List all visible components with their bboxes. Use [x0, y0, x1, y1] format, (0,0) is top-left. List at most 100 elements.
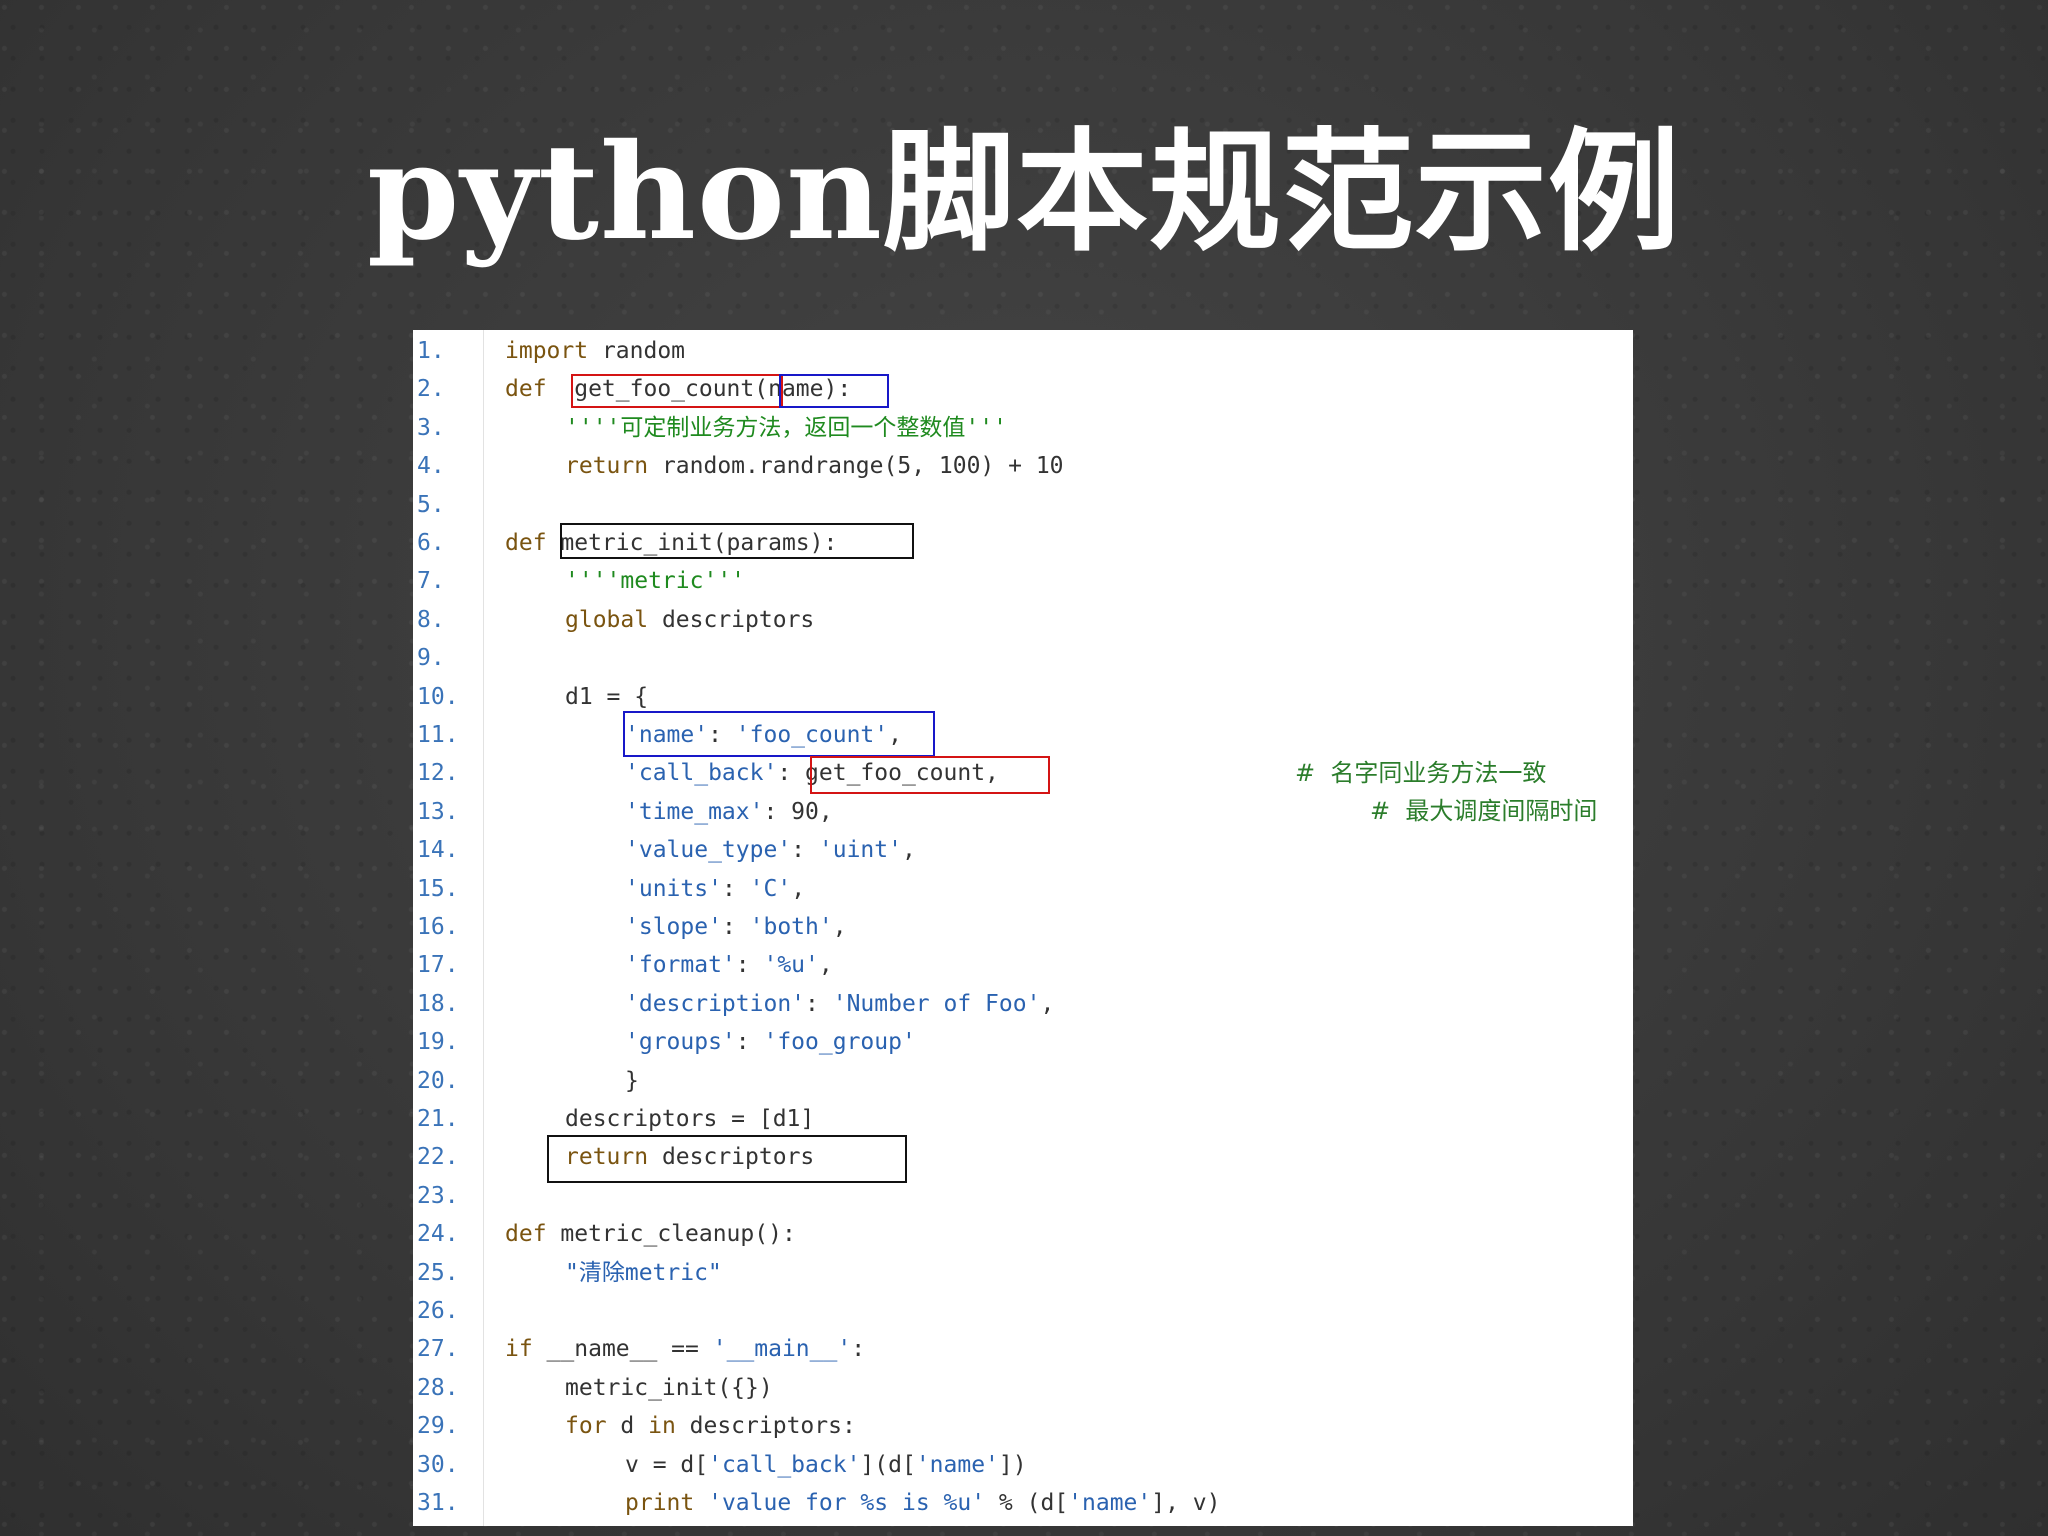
code-text: 'value_type': 'uint', — [625, 831, 916, 869]
code-line: 18. 'description': 'Number of Foo', — [413, 985, 1633, 1023]
code-token: print — [625, 1490, 695, 1516]
line-number: 21. — [417, 1106, 459, 1132]
code-text: for d in descriptors: — [565, 1407, 856, 1445]
code-token: , — [1040, 990, 1055, 1017]
line-number: 10. — [417, 683, 459, 710]
code-token: , — [818, 952, 833, 979]
line-number: 1. — [417, 338, 445, 364]
code-token: for — [565, 1413, 607, 1440]
code-line: 11.'name': 'foo_count', — [413, 716, 1633, 754]
code-token: d — [606, 1413, 649, 1440]
code-text: d1 = { — [565, 678, 648, 716]
line-number: 17. — [417, 952, 459, 979]
line-number: 3. — [417, 414, 445, 441]
code-line: 14. 'value_type': 'uint', — [413, 831, 1633, 869]
code-token: global — [565, 606, 649, 633]
code-token: 'name' — [915, 1451, 999, 1478]
line-number: 15. — [417, 875, 459, 902]
code-token: ''''可定制业务方法，返回一个整数值''' — [565, 414, 1007, 441]
code-token: 'units' — [625, 875, 722, 902]
code-text: v = d['call_back'](d['name']) — [625, 1446, 1027, 1484]
code-token: descriptors: — [675, 1413, 856, 1440]
highlight-box-return — [547, 1135, 907, 1183]
code-token: '__main__' — [712, 1336, 852, 1363]
code-line: 30. v = d['call_back'](d['name']) — [413, 1446, 1633, 1484]
code-token: random — [588, 338, 686, 364]
code-token: def — [505, 376, 547, 403]
code-token: __name__ == — [532, 1336, 713, 1363]
code-line: 15. 'units': 'C', — [413, 870, 1633, 908]
code-token: , — [832, 914, 847, 940]
code-token: , — [901, 837, 916, 864]
highlight-box-name-key — [623, 711, 935, 757]
code-token: d1 = { — [565, 683, 649, 710]
code-token: "清除metric" — [565, 1259, 722, 1286]
code-token: v = d[ — [625, 1451, 709, 1478]
code-text: "清除metric" — [565, 1254, 722, 1292]
code-text: } — [625, 1062, 639, 1100]
line-number: 24. — [417, 1221, 459, 1248]
line-number: 13. — [417, 798, 459, 825]
code-token: 'Number of Foo' — [832, 990, 1041, 1017]
code-token: : — [851, 1336, 866, 1363]
code-line: 17. 'format': '%u', — [413, 946, 1633, 984]
code-token: 'C' — [749, 875, 792, 902]
comment-line-12: # 名字同业务方法一致 — [1295, 759, 1547, 787]
code-line: 26. — [413, 1292, 1633, 1330]
code-token: '%u' — [763, 952, 819, 979]
code-token: : — [721, 914, 750, 940]
highlight-box-metric-init — [560, 523, 914, 559]
line-number: 23. — [417, 1182, 459, 1209]
code-token: 'description' — [625, 990, 806, 1017]
line-number: 29. — [417, 1413, 459, 1440]
code-token: def — [505, 1221, 547, 1248]
line-number: 19. — [417, 1029, 459, 1056]
code-line: 24. def metric_cleanup(): — [413, 1215, 1633, 1253]
code-line: 28. metric_init({}) — [413, 1369, 1633, 1407]
code-token: import — [505, 338, 589, 364]
code-token: 'uint' — [818, 837, 902, 864]
code-line: 21. descriptors = [d1] — [413, 1100, 1633, 1138]
code-line: 25. "清除metric" — [413, 1254, 1633, 1292]
code-token: 'slope' — [625, 914, 722, 940]
code-token: in — [648, 1413, 676, 1440]
code-text: 'description': 'Number of Foo', — [625, 985, 1054, 1023]
highlight-box-call-back — [810, 756, 1050, 794]
code-token: return — [565, 453, 649, 480]
code-text: return random.randrange(5, 100) + 10 — [565, 447, 1064, 485]
code-token: 'call_back' — [625, 760, 778, 787]
line-number: 30. — [417, 1451, 459, 1478]
code-line: 8. global descriptors — [413, 601, 1633, 639]
line-number: 8. — [417, 606, 445, 633]
code-token: metric_init({}) — [565, 1374, 773, 1401]
line-number: 25. — [417, 1259, 459, 1286]
line-number: 11. — [417, 722, 459, 748]
code-token: if — [505, 1336, 533, 1363]
code-line: 9. — [413, 639, 1633, 677]
line-number: 5. — [417, 491, 445, 518]
highlight-box-func-param — [779, 374, 889, 408]
code-text: 'units': 'C', — [625, 870, 805, 908]
code-text: def metric_cleanup(): — [505, 1215, 796, 1253]
line-number: 14. — [417, 837, 459, 864]
code-text: metric_init({}) — [565, 1369, 773, 1407]
code-panel: 1. import random 2. def get_foo_count(name)… — [413, 330, 1633, 1526]
code-text: ''''可定制业务方法，返回一个整数值''' — [565, 409, 1007, 447]
line-number: 4. — [417, 453, 445, 480]
code-token: } — [625, 1067, 639, 1094]
code-text: 'slope': 'both', — [625, 908, 847, 946]
code-line: 7. ''''metric''' — [413, 562, 1633, 600]
code-text: 'format': '%u', — [625, 946, 833, 984]
code-token: 'name' — [1068, 1490, 1152, 1516]
code-line: 5. — [413, 486, 1633, 524]
code-token: 'value_type' — [625, 837, 792, 864]
comment-line-13: # 最大调度间隔时间 — [1370, 797, 1598, 825]
code-token: random.randrange(5, 100) + 10 — [648, 453, 1064, 480]
code-text: import random — [505, 332, 685, 370]
code-token: 'call_back' — [708, 1451, 861, 1478]
line-number: 27. — [417, 1336, 459, 1363]
code-line: 10. d1 = { — [413, 678, 1633, 716]
code-token: : — [721, 875, 750, 902]
code-token: : — [805, 990, 833, 1017]
code-token: : — [735, 952, 764, 979]
